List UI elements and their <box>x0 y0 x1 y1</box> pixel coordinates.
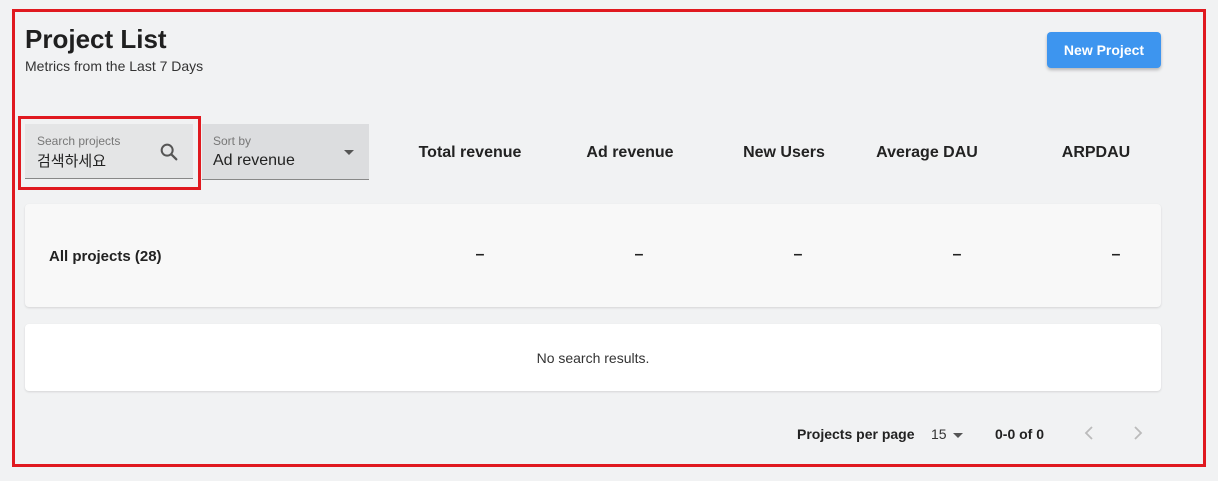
search-field[interactable]: Search projects <box>25 124 193 179</box>
per-page-select[interactable]: 15 <box>931 426 963 442</box>
caret-down-icon <box>344 150 354 155</box>
search-label: Search projects <box>37 134 121 148</box>
search-icon[interactable] <box>158 141 180 163</box>
page-range: 0-0 of 0 <box>995 426 1045 442</box>
sort-by-value: Ad revenue <box>213 152 295 169</box>
column-header-ad-revenue[interactable]: Ad revenue <box>586 144 673 162</box>
results-list: No search results. <box>25 324 1161 391</box>
new-users-value: – <box>793 246 803 263</box>
new-project-button[interactable]: New Project <box>1047 32 1161 68</box>
average-dau-value: – <box>952 246 962 263</box>
page-title: Project List <box>25 24 167 54</box>
page-subtitle: Metrics from the Last 7 Days <box>25 58 204 74</box>
chevron-left-icon[interactable] <box>1081 424 1099 442</box>
empty-state-message: No search results. <box>536 350 650 366</box>
search-input[interactable] <box>37 151 157 169</box>
arpdau-value: – <box>1111 246 1121 263</box>
total-revenue-value: – <box>475 246 485 263</box>
ad-revenue-value: – <box>634 246 644 263</box>
column-header-total-revenue[interactable]: Total revenue <box>419 144 522 162</box>
sort-by-select[interactable]: Sort by Ad revenue <box>202 124 369 180</box>
column-header-average-dau[interactable]: Average DAU <box>876 144 978 162</box>
all-projects-label: All projects (28) <box>49 248 162 265</box>
sort-by-label: Sort by <box>213 134 252 148</box>
column-header-new-users[interactable]: New Users <box>743 144 825 162</box>
column-header-arpdau[interactable]: ARPDAU <box>1062 144 1130 162</box>
per-page-value: 15 <box>931 426 947 442</box>
per-page-label: Projects per page <box>797 426 915 442</box>
caret-down-icon <box>952 432 963 438</box>
chevron-right-icon[interactable] <box>1128 424 1146 442</box>
all-projects-row[interactable]: All projects (28) – – – – – <box>25 204 1161 307</box>
